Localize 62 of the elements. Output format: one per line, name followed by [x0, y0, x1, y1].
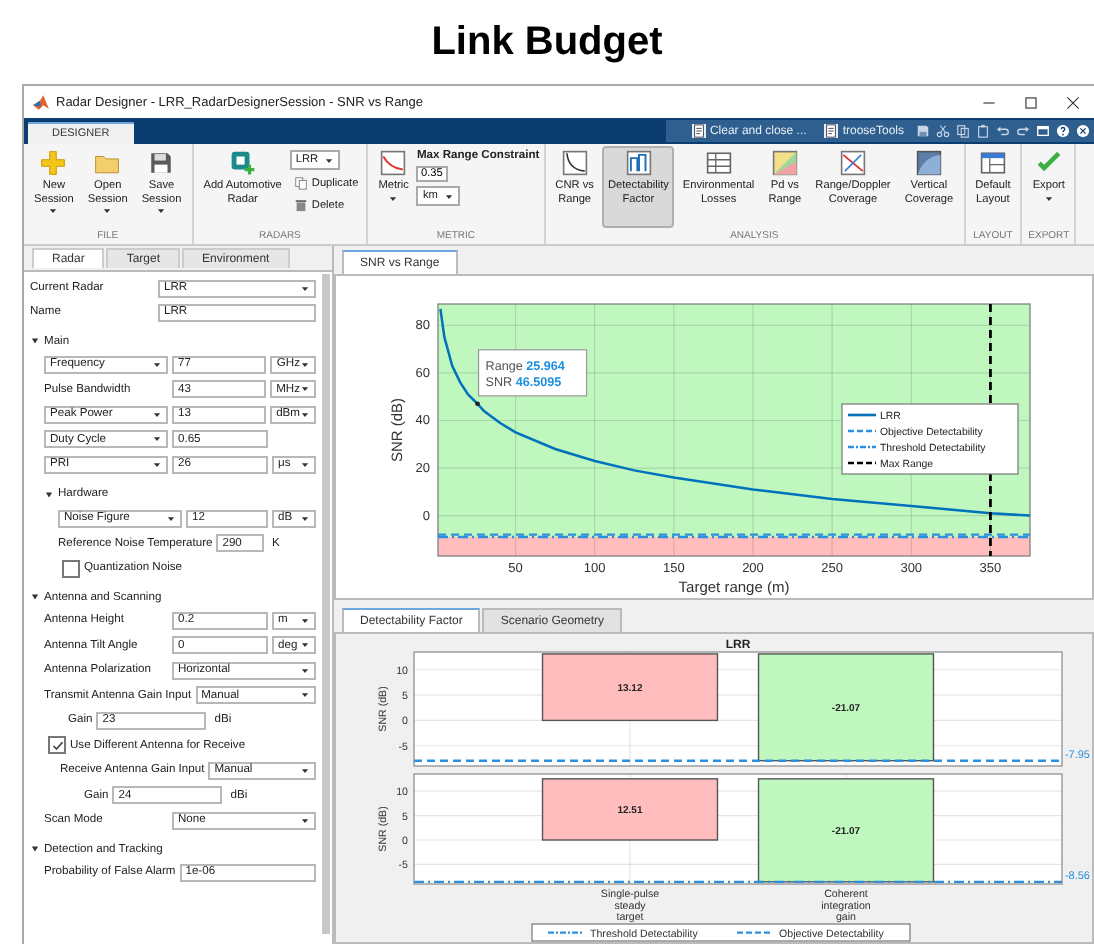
caret-icon	[300, 409, 310, 419]
caret-icon	[300, 615, 310, 625]
caret-icon[interactable]	[30, 844, 40, 854]
window-icon[interactable]	[1036, 124, 1050, 138]
close-icon[interactable]	[1064, 93, 1082, 111]
close-icon[interactable]	[1076, 124, 1090, 138]
device-plus-icon	[229, 150, 256, 176]
table-icon	[705, 150, 732, 176]
caret-icon	[300, 690, 310, 700]
caret-icon	[156, 206, 167, 217]
caret-icon	[300, 513, 310, 523]
caret-icon	[300, 815, 310, 825]
checkbox[interactable]	[62, 559, 80, 577]
copy-icon[interactable]	[956, 124, 970, 138]
trash-icon	[293, 198, 308, 212]
caret-icon[interactable]	[44, 489, 54, 499]
datatip-marker	[475, 401, 480, 407]
plus-icon	[40, 150, 67, 176]
caret-icon	[443, 191, 454, 201]
caret-icon	[300, 765, 310, 775]
caret-icon	[48, 206, 59, 217]
caret-icon	[300, 283, 310, 293]
folder-icon	[94, 150, 121, 176]
layout-icon	[979, 150, 1006, 176]
copy-icon	[293, 176, 308, 190]
caret-icon	[324, 155, 335, 165]
help-icon[interactable]	[1056, 124, 1070, 138]
page-title: Link Budget	[429, 18, 665, 68]
checkbox[interactable]	[48, 736, 66, 754]
scissors-icon[interactable]	[936, 124, 950, 138]
caret-icon	[300, 359, 310, 369]
caret-icon	[152, 409, 162, 419]
step-chart-icon	[625, 150, 652, 176]
coverage-plot-icon	[915, 150, 942, 176]
color-chart-icon	[771, 150, 798, 176]
checkmark-icon	[1035, 150, 1062, 176]
caret-icon	[1043, 193, 1054, 204]
caret-icon	[166, 513, 176, 523]
undo-icon[interactable]	[996, 124, 1010, 138]
caret-icon	[300, 459, 310, 469]
caret-icon	[152, 459, 162, 469]
line-chart-icon	[380, 150, 407, 176]
app-icon	[32, 93, 50, 111]
checkmark-icon	[51, 739, 63, 751]
coverage-chart-icon	[839, 150, 866, 176]
caret-icon	[152, 434, 162, 444]
document-icon	[824, 124, 839, 138]
document-icon	[691, 124, 706, 138]
caret-icon	[300, 640, 310, 650]
maximize-icon[interactable]	[1022, 93, 1040, 111]
redo-icon[interactable]	[1016, 124, 1030, 138]
caret-icon	[300, 384, 310, 394]
scrollbar[interactable]	[322, 274, 330, 934]
caret-icon[interactable]	[30, 592, 40, 602]
curve-chart-icon	[561, 150, 588, 176]
caret-icon	[388, 193, 399, 204]
caret-icon	[102, 206, 113, 217]
clipboard-icon[interactable]	[976, 124, 990, 138]
caret-icon	[300, 665, 310, 675]
caret-icon	[152, 359, 162, 369]
datatip-box	[477, 349, 588, 397]
caret-icon[interactable]	[30, 336, 40, 346]
